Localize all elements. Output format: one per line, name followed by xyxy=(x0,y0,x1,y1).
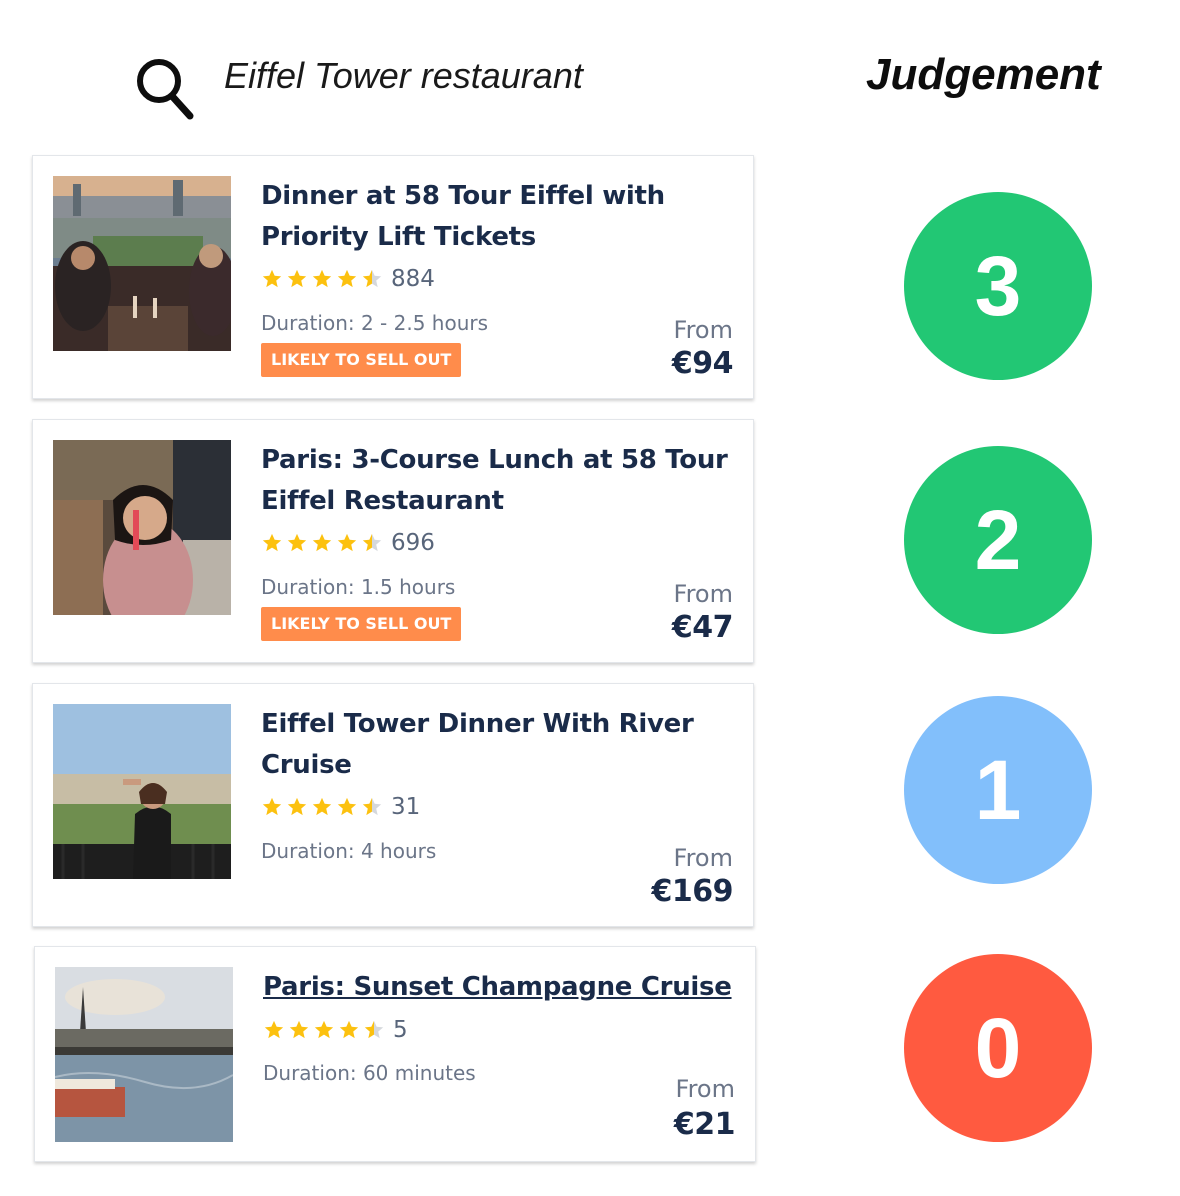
judgement-score-3: 3 xyxy=(904,192,1092,380)
star-icon xyxy=(287,269,307,288)
review-count: 884 xyxy=(391,266,435,292)
duration: Duration: 60 minutes xyxy=(263,1061,476,1085)
star-rating xyxy=(261,268,383,290)
half-star-icon xyxy=(362,269,382,288)
review-count: 696 xyxy=(391,530,435,556)
price: €94 xyxy=(671,346,734,381)
star-icon xyxy=(262,533,282,552)
star-icon xyxy=(262,797,282,816)
rating: 31 xyxy=(261,794,420,820)
result-title[interactable]: Eiffel Tower Dinner With River Cruise xyxy=(261,704,731,786)
star-icon xyxy=(337,533,357,552)
star-rating xyxy=(261,796,383,818)
thumbnail-dinner-river-cruise xyxy=(53,704,231,879)
judgement-score-0: 0 xyxy=(904,954,1092,1142)
judgement-score-1: 1 xyxy=(904,696,1092,884)
thumbnail-dinner-58-tour-eiffel xyxy=(53,176,231,351)
star-icon xyxy=(262,269,282,288)
duration: Duration: 4 hours xyxy=(261,839,437,863)
star-icon xyxy=(289,1020,309,1039)
half-star-icon xyxy=(362,797,382,816)
half-star-icon xyxy=(364,1020,384,1039)
search-icon xyxy=(137,59,194,120)
price: €47 xyxy=(671,610,734,645)
rating: 5 xyxy=(263,1017,408,1043)
result-card[interactable]: Eiffel Tower Dinner With River Cruise 31… xyxy=(32,683,754,927)
duration: Duration: 2 - 2.5 hours xyxy=(261,311,489,335)
star-icon xyxy=(314,1020,334,1039)
from-label: From xyxy=(673,844,733,872)
star-icon xyxy=(312,269,332,288)
result-card[interactable]: Dinner at 58 Tour Eiffel with Priority L… xyxy=(32,155,754,399)
thumbnail-3-course-lunch xyxy=(53,440,231,615)
rating: 696 xyxy=(261,530,435,556)
star-icon xyxy=(287,533,307,552)
star-rating xyxy=(261,532,383,554)
star-icon xyxy=(264,1020,284,1039)
star-icon xyxy=(337,269,357,288)
from-label: From xyxy=(675,1075,735,1103)
sell-out-badge: LIKELY TO SELL OUT xyxy=(261,343,462,377)
star-icon xyxy=(339,1020,359,1039)
star-rating xyxy=(263,1019,385,1041)
review-count: 31 xyxy=(391,794,421,820)
result-title[interactable]: Paris: 3-Course Lunch at 58 Tour Eiffel … xyxy=(261,440,731,522)
price: €21 xyxy=(673,1107,736,1142)
sell-out-badge: LIKELY TO SELL OUT xyxy=(261,607,462,641)
star-icon xyxy=(337,797,357,816)
result-card[interactable]: Paris: 3-Course Lunch at 58 Tour Eiffel … xyxy=(32,419,754,663)
result-card[interactable]: Paris: Sunset Champagne Cruise 5 Duratio… xyxy=(34,946,756,1162)
result-title-link[interactable]: Paris: Sunset Champagne Cruise xyxy=(263,967,733,1008)
star-icon xyxy=(312,533,332,552)
duration: Duration: 1.5 hours xyxy=(261,575,456,599)
star-icon xyxy=(287,797,307,816)
search-query: Eiffel Tower restaurant xyxy=(224,55,583,96)
half-star-icon xyxy=(362,533,382,552)
thumbnail-sunset-champagne-cruise xyxy=(55,967,233,1142)
judgement-heading: Judgement xyxy=(866,50,1101,99)
result-title[interactable]: Dinner at 58 Tour Eiffel with Priority L… xyxy=(261,176,731,258)
star-icon xyxy=(312,797,332,816)
price: €169 xyxy=(651,874,734,909)
judgement-score-2: 2 xyxy=(904,446,1092,634)
review-count: 5 xyxy=(393,1017,408,1043)
from-label: From xyxy=(673,580,733,608)
rating: 884 xyxy=(261,266,435,292)
from-label: From xyxy=(673,316,733,344)
